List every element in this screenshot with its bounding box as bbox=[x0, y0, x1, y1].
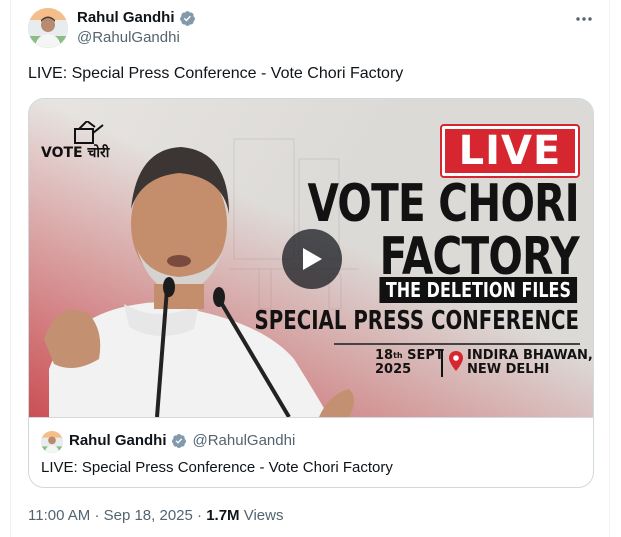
ballot-box-icon bbox=[74, 121, 104, 144]
tweet-meta: 11:00 AM · Sep 18, 2025 · 1.7M Views bbox=[28, 506, 283, 526]
play-icon bbox=[303, 248, 322, 270]
more-options-button[interactable] bbox=[571, 8, 597, 30]
venue-line-1: INDIRA BHAWAN, bbox=[467, 348, 593, 363]
meta-separator: · bbox=[197, 507, 203, 524]
tweet-date[interactable]: Sep 18, 2025 bbox=[104, 507, 193, 524]
date-year: 2025 bbox=[375, 362, 412, 377]
live-badge: LIVE bbox=[440, 124, 580, 178]
verified-badge-icon bbox=[171, 433, 186, 448]
views-label: Views bbox=[243, 507, 284, 524]
media-card: VOTE चोरी LIVE VOTE CHORI FACTORY THE DE… bbox=[28, 98, 594, 488]
quoted-author-row: Rahul Gandhi @RahulGandhi bbox=[69, 432, 295, 449]
verified-badge-icon bbox=[179, 10, 195, 26]
timeline-border-right bbox=[609, 0, 610, 537]
live-badge-text: LIVE bbox=[458, 128, 562, 174]
video-headline: VOTE CHORI FACTORY bbox=[307, 174, 580, 287]
date-venue-separator bbox=[441, 349, 443, 377]
headline-line-1: VOTE CHORI bbox=[307, 174, 580, 234]
subtitle-banner: THE DELETION FILES bbox=[379, 277, 577, 303]
author-block: Rahul Gandhi @RahulGandhi bbox=[77, 9, 196, 48]
quoted-tweet-text: LIVE: Special Press Conference - Vote Ch… bbox=[41, 459, 393, 476]
logo-text: VOTE चोरी bbox=[41, 145, 110, 161]
venue-line-2: NEW DELHI bbox=[467, 362, 550, 377]
author-handle[interactable]: @RahulGandhi bbox=[77, 28, 196, 48]
vote-chori-logo: VOTE चोरी bbox=[41, 121, 133, 169]
meta-separator: · bbox=[94, 507, 100, 524]
profile-photo-icon bbox=[41, 431, 63, 453]
profile-photo-icon bbox=[28, 8, 68, 48]
quoted-author-name: Rahul Gandhi bbox=[69, 432, 167, 449]
play-button[interactable] bbox=[282, 229, 342, 289]
quoted-author-handle: @RahulGandhi bbox=[192, 432, 296, 449]
location-pin-icon bbox=[449, 351, 463, 371]
quoted-author-avatar bbox=[41, 431, 63, 453]
date-suffix: th bbox=[393, 351, 403, 360]
headline-line-2: FACTORY bbox=[379, 227, 580, 287]
timeline-border-left bbox=[10, 0, 11, 537]
date-month: SEPT bbox=[402, 348, 444, 363]
views-count[interactable]: 1.7M bbox=[206, 507, 239, 524]
event-venue: INDIRA BHAWAN, NEW DELHI bbox=[467, 349, 593, 377]
event-title: SPECIAL PRESS CONFERENCE bbox=[254, 306, 579, 336]
video-player[interactable]: VOTE चोरी LIVE VOTE CHORI FACTORY THE DE… bbox=[29, 99, 593, 417]
tweet-time[interactable]: 11:00 AM bbox=[28, 507, 90, 524]
quoted-tweet[interactable]: Rahul Gandhi @RahulGandhi LIVE: Special … bbox=[29, 417, 593, 487]
ellipsis-icon bbox=[576, 17, 592, 21]
divider bbox=[334, 343, 580, 345]
event-date: 18th SEPT 2025 bbox=[375, 349, 444, 377]
author-name[interactable]: Rahul Gandhi bbox=[77, 9, 175, 27]
date-day: 18 bbox=[375, 348, 394, 363]
author-avatar[interactable] bbox=[28, 8, 68, 48]
tweet-text: LIVE: Special Press Conference - Vote Ch… bbox=[28, 65, 404, 82]
